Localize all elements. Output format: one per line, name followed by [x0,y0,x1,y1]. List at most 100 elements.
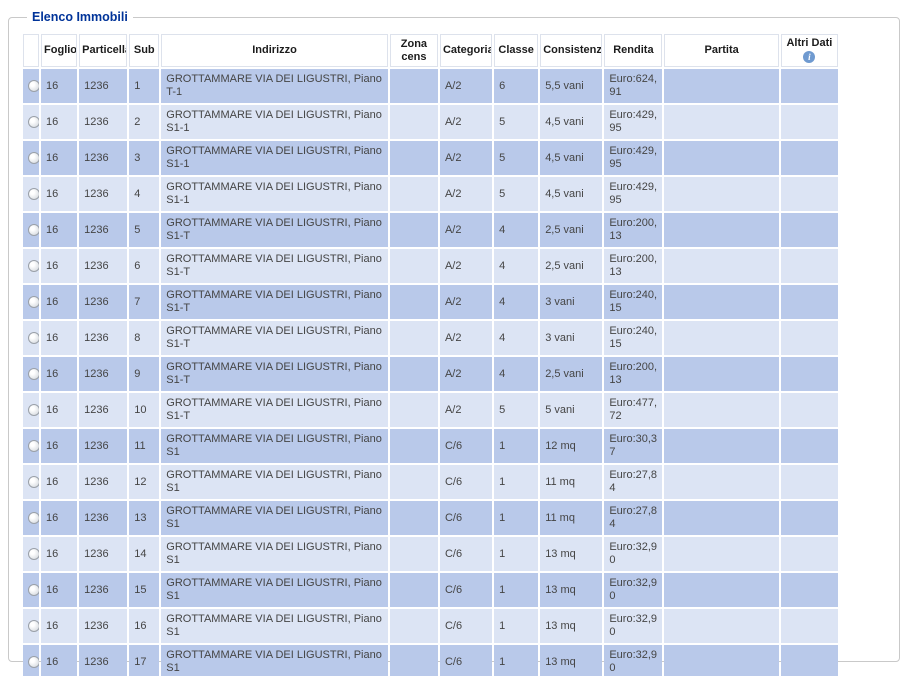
row-select-radio[interactable] [28,620,39,632]
cell-categoria: A/2 [440,249,492,283]
immobili-table: Foglio Particella Sub Indirizzo Zona cen… [21,32,840,676]
cell-categoria: C/6 [440,501,492,535]
row-select-radio[interactable] [28,296,39,308]
row-select-radio[interactable] [28,512,39,524]
cell-consistenza: 3 vani [540,321,602,355]
header-particella: Particella [79,34,127,67]
cell-indirizzo: GROTTAMMARE VIA DEI LIGUSTRI, Piano T-1 [161,69,388,103]
cell-rendita: Euro:200,13 [604,357,662,391]
cell-classe: 5 [494,393,538,427]
cell-indirizzo: GROTTAMMARE VIA DEI LIGUSTRI, Piano S1-T [161,393,388,427]
cell-zona-cens [390,573,438,607]
cell-classe: 4 [494,285,538,319]
cell-foglio: 16 [41,105,77,139]
cell-partita [664,285,778,319]
table-row: 1612368GROTTAMMARE VIA DEI LIGUSTRI, Pia… [23,321,838,355]
cell-classe: 4 [494,249,538,283]
row-select-radio[interactable] [28,476,39,488]
row-select-cell [23,69,39,103]
row-select-cell [23,609,39,643]
cell-rendita: Euro:429,95 [604,141,662,175]
cell-indirizzo: GROTTAMMARE VIA DEI LIGUSTRI, Piano S1 [161,465,388,499]
table-row: 16123616GROTTAMMARE VIA DEI LIGUSTRI, Pi… [23,609,838,643]
cell-zona-cens [390,357,438,391]
cell-particella: 1236 [79,429,127,463]
cell-particella: 1236 [79,609,127,643]
elenco-immobili-panel: Elenco Immobili Foglio Particella Sub In… [8,10,900,662]
cell-indirizzo: GROTTAMMARE VIA DEI LIGUSTRI, Piano S1-1 [161,105,388,139]
cell-indirizzo: GROTTAMMARE VIA DEI LIGUSTRI, Piano S1-T [161,321,388,355]
cell-altri-dati [781,321,838,355]
cell-partita [664,357,778,391]
cell-classe: 4 [494,213,538,247]
cell-rendita: Euro:200,13 [604,249,662,283]
cell-partita [664,141,778,175]
cell-foglio: 16 [41,573,77,607]
table-row: 16123612GROTTAMMARE VIA DEI LIGUSTRI, Pi… [23,465,838,499]
table-row: 16123615GROTTAMMARE VIA DEI LIGUSTRI, Pi… [23,573,838,607]
cell-altri-dati [781,465,838,499]
row-select-radio[interactable] [28,368,39,380]
row-select-radio[interactable] [28,224,39,236]
cell-indirizzo: GROTTAMMARE VIA DEI LIGUSTRI, Piano S1 [161,573,388,607]
cell-partita [664,393,778,427]
cell-particella: 1236 [79,177,127,211]
row-select-radio[interactable] [28,116,39,128]
header-row: Foglio Particella Sub Indirizzo Zona cen… [23,34,838,67]
row-select-radio[interactable] [28,440,39,452]
cell-partita [664,105,778,139]
row-select-radio[interactable] [28,404,39,416]
cell-classe: 1 [494,537,538,571]
row-select-radio[interactable] [28,332,39,344]
cell-foglio: 16 [41,285,77,319]
cell-classe: 5 [494,105,538,139]
cell-partita [664,213,778,247]
row-select-radio[interactable] [28,152,39,164]
cell-altri-dati [781,249,838,283]
header-zona-cens: Zona cens [390,34,438,67]
row-select-cell [23,105,39,139]
row-select-cell [23,393,39,427]
row-select-radio[interactable] [28,188,39,200]
row-select-radio[interactable] [28,548,39,560]
cell-consistenza: 13 mq [540,645,602,676]
table-row: 1612365GROTTAMMARE VIA DEI LIGUSTRI, Pia… [23,213,838,247]
cell-categoria: A/2 [440,393,492,427]
cell-particella: 1236 [79,465,127,499]
cell-indirizzo: GROTTAMMARE VIA DEI LIGUSTRI, Piano S1-T [161,213,388,247]
row-select-radio[interactable] [28,584,39,596]
cell-consistenza: 13 mq [540,573,602,607]
cell-foglio: 16 [41,321,77,355]
row-select-radio[interactable] [28,80,39,92]
cell-altri-dati [781,537,838,571]
table-row: 1612364GROTTAMMARE VIA DEI LIGUSTRI, Pia… [23,177,838,211]
panel-legend: Elenco Immobili [27,10,133,24]
table-row: 1612366GROTTAMMARE VIA DEI LIGUSTRI, Pia… [23,249,838,283]
row-select-radio[interactable] [28,260,39,272]
cell-partita [664,645,778,676]
cell-consistenza: 11 mq [540,465,602,499]
cell-categoria: C/6 [440,573,492,607]
header-sub: Sub [129,34,159,67]
row-select-radio[interactable] [28,656,39,668]
cell-partita [664,573,778,607]
cell-classe: 4 [494,357,538,391]
row-select-cell [23,501,39,535]
table-row: 16123610GROTTAMMARE VIA DEI LIGUSTRI, Pi… [23,393,838,427]
cell-sub: 4 [129,177,159,211]
cell-foglio: 16 [41,609,77,643]
cell-sub: 9 [129,357,159,391]
header-select [23,34,39,67]
info-icon[interactable]: i [803,51,815,63]
header-categoria: Categoria [440,34,492,67]
cell-consistenza: 4,5 vani [540,141,602,175]
cell-sub: 13 [129,501,159,535]
cell-indirizzo: GROTTAMMARE VIA DEI LIGUSTRI, Piano S1-T [161,249,388,283]
cell-sub: 11 [129,429,159,463]
row-select-cell [23,141,39,175]
cell-altri-dati [781,357,838,391]
cell-partita [664,501,778,535]
cell-foglio: 16 [41,357,77,391]
cell-classe: 1 [494,501,538,535]
cell-foglio: 16 [41,465,77,499]
